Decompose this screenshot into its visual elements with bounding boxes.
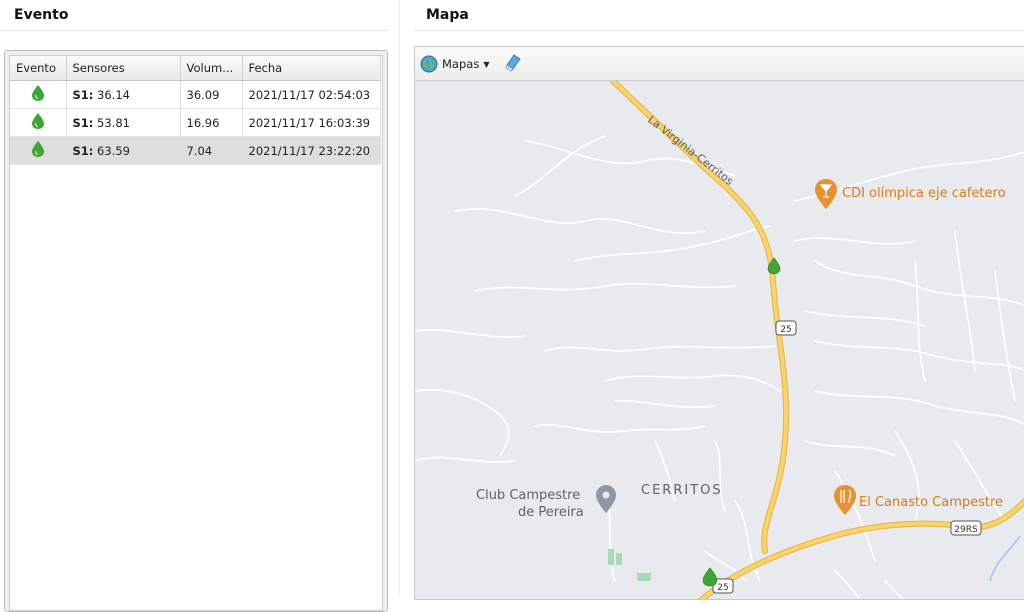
table-row-selected[interactable]: S1: 63.59 7.04 2021/11/17 23:22:20 [10, 136, 381, 165]
divider [414, 30, 1024, 31]
sensor-cell: S1: 63.59 [66, 136, 181, 165]
maps-menu-label: Mapas [442, 57, 480, 71]
map-container[interactable]: Mapas ▼ La Virginia-Cerritos 25 25 29RS … [414, 46, 1024, 600]
sensor-value: 36.14 [97, 87, 130, 102]
poi-label: CDI olímpica eje cafetero [842, 186, 1006, 201]
sensor-value: 63.59 [97, 143, 130, 158]
sensor-cell: S1: 36.14 [66, 80, 181, 109]
event-panel-title: Evento [14, 7, 69, 23]
chevron-down-icon: ▼ [483, 59, 490, 69]
poi-label: El Canasto Campestre [859, 495, 1003, 510]
date-cell: 2021/11/17 02:54:03 [242, 80, 381, 109]
route-shield-25: 25 [775, 320, 797, 336]
divider [0, 30, 388, 31]
column-header-volumen[interactable]: Volum... [180, 56, 243, 81]
event-cell [10, 108, 67, 137]
column-header-evento[interactable]: Evento [10, 56, 67, 81]
event-grid: Evento Sensores Volum... Fecha S1: 36.14… [4, 50, 388, 612]
svg-text:29RS: 29RS [954, 525, 978, 535]
map-panel-title: Mapa [426, 7, 469, 23]
poi-label-line2: de Pereira [518, 505, 584, 520]
poi-label-line1: Club Campestre [476, 488, 580, 503]
water-drop-icon [31, 85, 44, 101]
map-toolbar: Mapas ▼ [415, 47, 1024, 81]
date-cell: 2021/11/17 16:03:39 [242, 108, 381, 137]
date-cell: 2021/11/17 23:22:20 [242, 136, 381, 165]
panel-separator [399, 0, 400, 596]
svg-text:25: 25 [780, 325, 791, 335]
table-header-row: Evento Sensores Volum... Fecha [10, 56, 381, 81]
town-label: CERRITOS [641, 483, 723, 498]
column-header-fecha[interactable]: Fecha [242, 56, 381, 81]
water-drop-icon [31, 141, 44, 157]
map-canvas[interactable]: La Virginia-Cerritos 25 25 29RS CDI olím… [415, 81, 1024, 600]
location-pin-icon [602, 491, 610, 499]
globe-icon [420, 55, 438, 73]
volume-cell: 7.04 [180, 136, 243, 165]
route-shield-29rs: 29RS [950, 520, 982, 536]
maps-menu-button[interactable]: Mapas ▼ [420, 53, 489, 75]
event-cell [10, 80, 67, 109]
event-table: Evento Sensores Volum... Fecha S1: 36.14… [10, 56, 381, 165]
eraser-icon [505, 54, 521, 72]
volume-cell: 16.96 [180, 108, 243, 137]
water-drop-icon [31, 113, 44, 129]
sensor-cell: S1: 53.81 [66, 108, 181, 137]
table-row[interactable]: S1: 36.14 36.09 2021/11/17 02:54:03 [10, 80, 381, 109]
column-header-sensores[interactable]: Sensores [66, 56, 181, 81]
eraser-button[interactable] [505, 54, 521, 76]
sensor-label: S1: [72, 143, 94, 158]
event-cell [10, 136, 67, 165]
svg-text:25: 25 [717, 583, 728, 593]
volume-cell: 36.09 [180, 80, 243, 109]
sensor-label: S1: [72, 115, 94, 130]
sensor-value: 53.81 [97, 115, 130, 130]
sensor-label: S1: [72, 87, 94, 102]
table-row[interactable]: S1: 53.81 16.96 2021/11/17 16:03:39 [10, 108, 381, 137]
